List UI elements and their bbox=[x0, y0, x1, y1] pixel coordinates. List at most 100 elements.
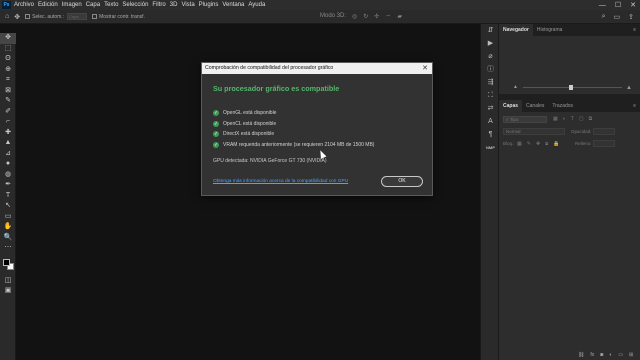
quick-select-tool-icon[interactable]: ⊕ bbox=[0, 65, 16, 76]
adjustments-panel-icon[interactable]: ⇶ bbox=[481, 76, 500, 89]
lasso-tool-icon[interactable]: ʘ bbox=[0, 54, 16, 65]
close-icon[interactable]: ✕ bbox=[630, 1, 636, 9]
pen-tool-icon[interactable]: ✒ bbox=[0, 180, 16, 191]
zoom-in-icon[interactable]: ▲ bbox=[626, 85, 632, 91]
actions-panel-icon[interactable]: ▶ bbox=[481, 37, 500, 50]
image-filter-icon[interactable]: ▦ bbox=[553, 116, 558, 122]
zoom-tool-icon[interactable]: 🔍 bbox=[0, 233, 16, 244]
type-tool-icon[interactable]: T bbox=[0, 191, 16, 202]
blur-tool-icon[interactable]: ◍ bbox=[0, 170, 16, 181]
marquee-tool-icon[interactable]: ⬚ bbox=[0, 44, 16, 55]
lock-icons: ▦ ✎ ✥ ⧈ 🔒 bbox=[517, 141, 560, 147]
lock-paint-icon[interactable]: ✎ bbox=[527, 141, 531, 147]
scale-3d-icon[interactable]: ▰ bbox=[397, 13, 402, 20]
smart-object-filter-icon[interactable]: ⧉ bbox=[589, 116, 593, 122]
type-filter-icon[interactable]: T bbox=[571, 116, 574, 122]
menu-plugins[interactable]: Plugins bbox=[199, 2, 223, 8]
properties-panel-icon[interactable]: ⇵ bbox=[481, 24, 500, 37]
nmp-panel-icon[interactable]: NMP bbox=[481, 141, 500, 154]
shape-filter-icon[interactable]: ▢ bbox=[579, 116, 584, 122]
lock-position-icon[interactable]: ✥ bbox=[536, 141, 540, 147]
character-panel-icon[interactable]: A bbox=[481, 115, 500, 128]
auto-select-option[interactable]: Selec. autom.: Capa bbox=[25, 13, 88, 20]
healing-brush-tool-icon[interactable]: ✐ bbox=[0, 107, 16, 118]
paths-panel-icon[interactable]: ⇄ bbox=[481, 102, 500, 115]
lock-all-icon[interactable]: 🔒 bbox=[553, 141, 559, 147]
tab-navegador[interactable]: Navegador bbox=[499, 24, 533, 36]
auto-select-dropdown[interactable]: Capa bbox=[67, 13, 88, 20]
photoshop-logo-icon[interactable]: Ps bbox=[2, 1, 11, 9]
search-icon[interactable]: ⌕ bbox=[602, 13, 606, 21]
adjustment-layer-icon[interactable]: ◐ bbox=[609, 352, 612, 358]
menu-imagen[interactable]: Imagen bbox=[62, 2, 86, 8]
menu-capa[interactable]: Capa bbox=[86, 2, 104, 8]
menu-texto[interactable]: Texto bbox=[104, 2, 122, 8]
menu-archivo[interactable]: Archivo bbox=[14, 2, 38, 8]
paragraph-panel-icon[interactable]: ¶ bbox=[481, 128, 500, 141]
frame-tool-icon[interactable]: ⊠ bbox=[0, 86, 16, 97]
auto-select-checkbox[interactable] bbox=[25, 14, 31, 19]
rectangle-tool-icon[interactable]: ▭ bbox=[0, 212, 16, 223]
close-icon[interactable]: ✕ bbox=[422, 63, 428, 74]
opacity-field[interactable] bbox=[593, 128, 615, 135]
layers-menu-icon[interactable]: ≡ bbox=[633, 103, 640, 109]
tab-trazados[interactable]: Trazados bbox=[548, 100, 577, 112]
menu-edicion[interactable]: Edición bbox=[38, 2, 62, 8]
tab-capas[interactable]: Capas bbox=[499, 100, 523, 112]
blend-mode-select[interactable]: Normal bbox=[503, 128, 565, 135]
link-layers-icon[interactable]: ⛓ bbox=[578, 352, 584, 358]
add-mask-icon[interactable]: ◙ bbox=[600, 352, 603, 358]
ok-button[interactable]: OK bbox=[381, 176, 423, 187]
menu-filtro[interactable]: Filtro bbox=[152, 2, 169, 8]
foreground-color-swatch[interactable] bbox=[3, 258, 10, 266]
hand-tool-icon[interactable]: ✋ bbox=[0, 222, 16, 233]
zoom-out-icon[interactable]: ▲ bbox=[513, 84, 518, 90]
home-icon[interactable]: ⌂ bbox=[5, 13, 9, 20]
eraser-tool-icon[interactable]: ⊿ bbox=[0, 149, 16, 160]
new-layer-icon[interactable]: ⊞ bbox=[629, 352, 633, 358]
screen-mode-icon[interactable]: ▣ bbox=[0, 286, 16, 297]
menu-3d[interactable]: 3D bbox=[170, 2, 182, 8]
styles-panel-icon[interactable]: ⛶ bbox=[481, 89, 500, 102]
rotate-icon[interactable]: ↻ bbox=[363, 13, 368, 20]
transform-controls-checkbox[interactable] bbox=[92, 14, 98, 19]
quick-mask-icon[interactable]: ◫ bbox=[0, 276, 16, 287]
edit-toolbar-icon[interactable]: ⋯ bbox=[0, 243, 16, 254]
maximize-icon[interactable]: ☐ bbox=[615, 1, 621, 9]
group-icon[interactable]: ▭ bbox=[618, 352, 623, 358]
zoom-slider-handle[interactable] bbox=[569, 85, 573, 90]
clone-stamp-tool-icon[interactable]: ✚ bbox=[0, 128, 16, 139]
tab-canales[interactable]: Canales bbox=[522, 100, 548, 112]
info-panel-icon[interactable]: ⓘ bbox=[481, 63, 500, 76]
adjustment-filter-icon[interactable]: ◐ bbox=[563, 116, 566, 122]
eyedropper-tool-icon[interactable]: ✎ bbox=[0, 96, 16, 107]
slide-3d-icon[interactable]: ⇔ bbox=[385, 13, 391, 20]
lock-artboard-icon[interactable]: ⧈ bbox=[545, 141, 548, 147]
lock-pixels-icon[interactable]: ▦ bbox=[517, 141, 522, 147]
gpu-info-link[interactable]: Obtenga más información acerca de la com… bbox=[213, 179, 348, 184]
menu-seleccion[interactable]: Selección bbox=[122, 2, 152, 8]
fx-icon[interactable]: fx bbox=[590, 352, 594, 358]
color-swatches[interactable] bbox=[0, 254, 15, 276]
tab-histograma[interactable]: Histograma bbox=[533, 24, 567, 36]
path-selection-tool-icon[interactable]: ↖ bbox=[0, 201, 16, 212]
share-icon[interactable]: ⇪ bbox=[628, 13, 634, 21]
menu-ayuda[interactable]: Ayuda bbox=[248, 2, 269, 8]
move-tool-icon[interactable]: ✥ bbox=[0, 33, 16, 44]
brush-tool-icon[interactable]: ⌐ bbox=[0, 117, 16, 128]
crop-tool-icon[interactable]: ⌗ bbox=[0, 75, 16, 86]
pan-3d-icon[interactable]: ✢ bbox=[374, 13, 379, 20]
orbit-icon[interactable]: ◎ bbox=[352, 13, 357, 20]
history-brush-tool-icon[interactable]: ▲ bbox=[0, 138, 16, 149]
gradient-tool-icon[interactable]: ● bbox=[0, 159, 16, 170]
transform-controls-option[interactable]: Mostrar contr. transf. bbox=[92, 14, 145, 20]
fill-field[interactable] bbox=[593, 140, 615, 147]
libraries-panel-icon[interactable]: ⌀ bbox=[481, 50, 500, 63]
menu-ventana[interactable]: Ventana bbox=[222, 2, 248, 8]
menu-vista[interactable]: Vista bbox=[181, 2, 198, 8]
minimize-icon[interactable]: — bbox=[599, 2, 606, 9]
workspace-icon[interactable]: ▭ bbox=[614, 13, 621, 21]
panel-menu-icon[interactable]: ≡ bbox=[633, 27, 640, 33]
move-tool-icon[interactable]: ✥ bbox=[14, 13, 20, 21]
layer-search-input[interactable]: ⌕ Tipo bbox=[503, 116, 547, 123]
